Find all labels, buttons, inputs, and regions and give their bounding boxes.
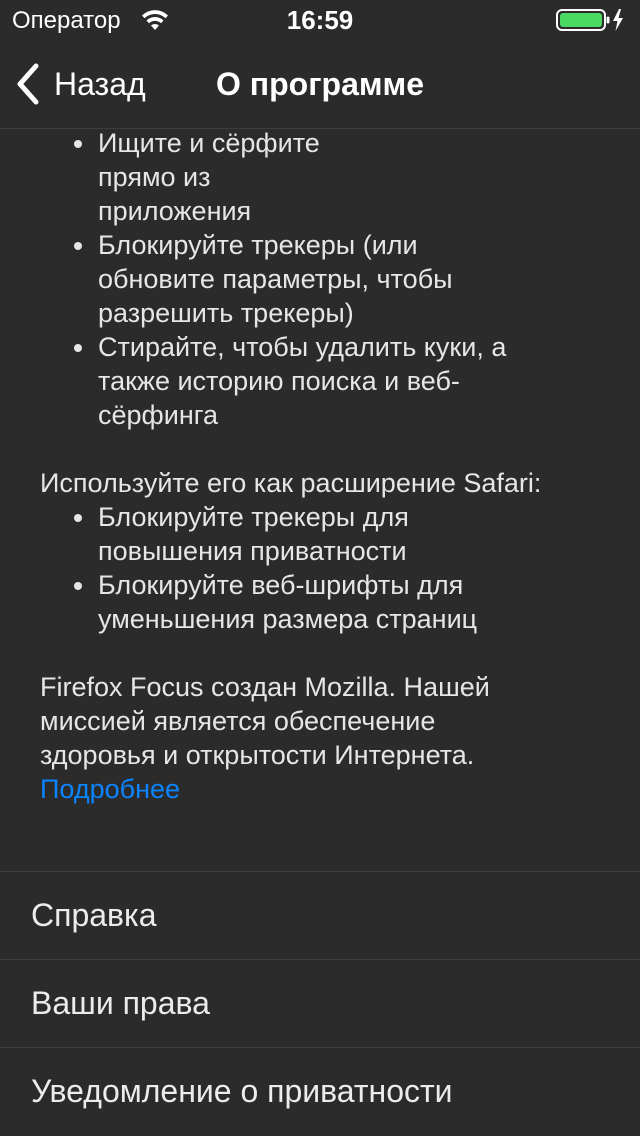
navigation-bar: Назад О программе xyxy=(0,40,640,129)
menu-item-your-rights[interactable]: Ваши права xyxy=(0,959,640,1047)
status-bar: Оператор 16:59 xyxy=(0,0,640,40)
learn-more-link[interactable]: Подробнее xyxy=(40,772,180,806)
list-item: Ищите и сёрфите прямо из приложения xyxy=(74,126,600,228)
status-time: 16:59 xyxy=(286,5,354,35)
back-button[interactable]: Назад xyxy=(14,62,146,106)
chevron-left-icon xyxy=(17,63,39,105)
battery-charging-icon xyxy=(556,9,623,31)
list-item: Блокируйте трекеры (или обновите парамет… xyxy=(74,228,600,330)
menu-item-privacy-notice[interactable]: Уведомление о приватности xyxy=(0,1047,640,1135)
page-title: О программе xyxy=(215,66,424,102)
about-menu: Справка Ваши права Уведомление о приватн… xyxy=(0,871,640,1135)
extension-features-list: Блокируйте трекеры для повышения приватн… xyxy=(40,500,600,636)
mission-text: Firefox Focus создан Mozilla. Нашей мисс… xyxy=(40,672,490,770)
features-list: Ищите и сёрфите прямо из приложения Блок… xyxy=(40,126,600,432)
back-button-label: Назад xyxy=(54,66,146,102)
list-item: Стирайте, чтобы удалить куки, а также ис… xyxy=(74,330,600,432)
list-item: Блокируйте трекеры для повышения приватн… xyxy=(74,500,600,568)
menu-item-help[interactable]: Справка xyxy=(0,871,640,959)
list-item: Блокируйте веб-шрифты для уменьшения раз… xyxy=(74,568,600,636)
extension-heading: Используйте его как расширение Safari: xyxy=(40,468,542,498)
about-content: Ищите и сёрфите прямо из приложения Блок… xyxy=(40,126,600,806)
